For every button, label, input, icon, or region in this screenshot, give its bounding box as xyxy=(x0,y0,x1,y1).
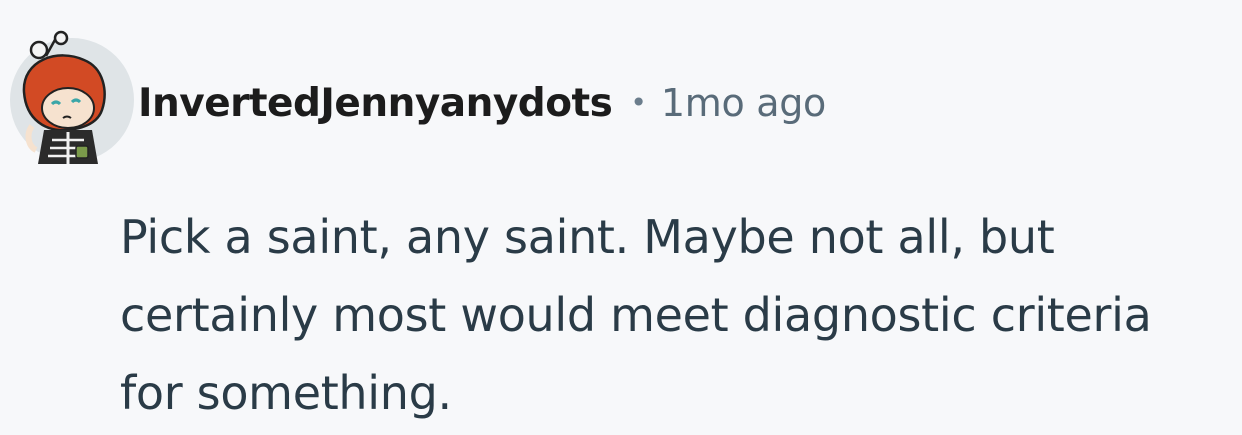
comment-meta: InvertedJennyanydots • 1mo ago xyxy=(138,76,826,130)
comment-body-line: Pick a saint, any saint. Maybe not all, … xyxy=(120,210,1055,264)
username-link[interactable]: InvertedJennyanydots xyxy=(138,81,613,126)
comment-body-line: certainly most would meet diagnostic cri… xyxy=(120,288,1152,342)
user-avatar[interactable] xyxy=(6,30,138,164)
comment: InvertedJennyanydots • 1mo ago Pick a sa… xyxy=(0,0,1242,435)
timestamp[interactable]: 1mo ago xyxy=(661,81,826,125)
snoo-avatar-icon xyxy=(10,30,134,164)
meta-separator: • xyxy=(630,86,647,119)
comment-body-line: for something. xyxy=(120,366,452,420)
comment-body: Pick a saint, any saint. Maybe not all, … xyxy=(120,198,1240,432)
